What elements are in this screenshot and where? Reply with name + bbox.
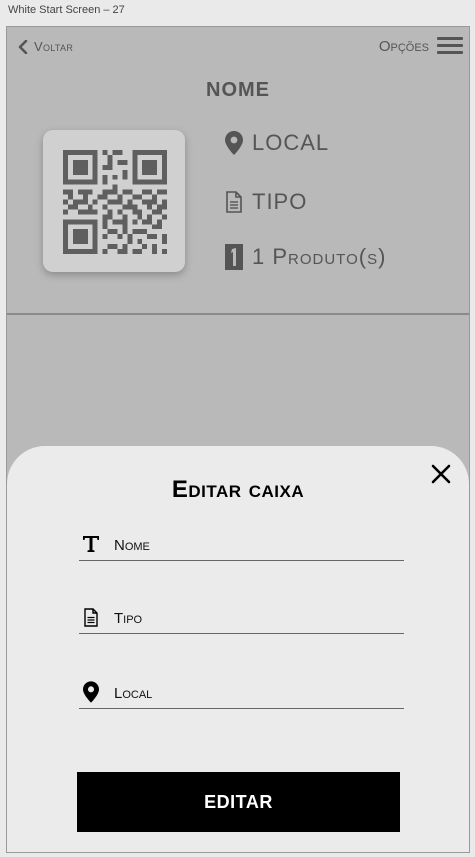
- back-button[interactable]: Voltar: [18, 39, 73, 54]
- local-text: LOCAL: [252, 130, 330, 155]
- map-pin-icon: [224, 131, 244, 155]
- hamburger-menu-icon: [437, 37, 463, 55]
- document-icon: [224, 191, 244, 213]
- map-pin-icon: [81, 680, 101, 704]
- window-title: White Start Screen – 27: [8, 4, 125, 16]
- tipo-placeholder: Tipo: [114, 610, 143, 627]
- edit-box-modal: Editar caixa Nome Tipo Local EDITAR: [7, 446, 469, 852]
- tipo-text: TIPO: [252, 189, 308, 214]
- options-button[interactable]: Opções: [379, 37, 463, 55]
- tipo-field[interactable]: Tipo: [79, 603, 404, 634]
- info-produtos: 1 Produto(s): [224, 244, 386, 270]
- local-field[interactable]: Local: [79, 678, 404, 709]
- item-name: NOME: [206, 79, 270, 101]
- number-one-icon: [224, 244, 244, 270]
- section-divider: [7, 313, 469, 315]
- top-bar: Voltar Opções: [7, 27, 469, 67]
- qr-code-icon: [63, 150, 167, 254]
- info-local: LOCAL: [224, 130, 329, 156]
- produtos-count-text: 1 Produto(s): [252, 244, 387, 269]
- back-label: Voltar: [34, 39, 74, 54]
- text-t-icon: [81, 532, 101, 556]
- info-tipo: TIPO: [224, 189, 307, 215]
- edit-submit-button[interactable]: EDITAR: [77, 772, 400, 832]
- document-icon: [81, 605, 101, 629]
- modal-title: Editar caixa: [171, 476, 305, 503]
- local-placeholder: Local: [114, 685, 153, 702]
- chevron-left-icon: [18, 39, 28, 54]
- nome-field[interactable]: Nome: [79, 530, 404, 561]
- app-frame: Voltar Opções NOME LOCAL TIPO 1 Produto(…: [6, 26, 470, 853]
- qr-code-card[interactable]: [43, 130, 185, 272]
- nome-placeholder: Nome: [114, 537, 150, 554]
- options-label: Opções: [378, 37, 429, 55]
